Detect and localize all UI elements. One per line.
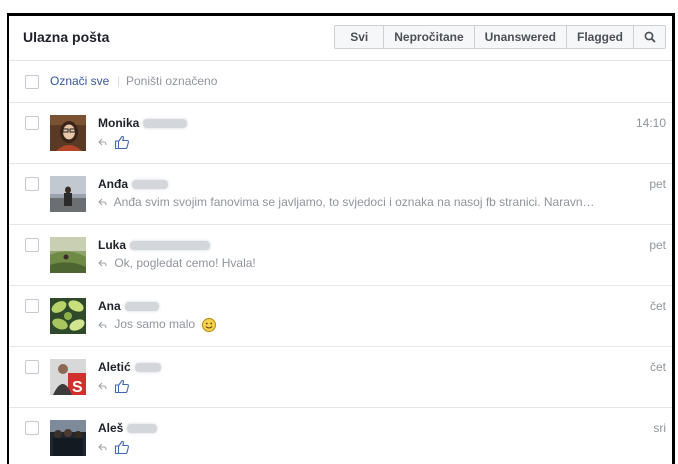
row-checkbox[interactable]: [25, 299, 39, 313]
avatar: [50, 176, 86, 212]
avatar: [50, 115, 86, 151]
reply-icon: [98, 138, 107, 145]
sender-name: Luka: [98, 238, 211, 252]
redacted-surname: [132, 180, 168, 190]
message-row[interactable]: Aleš sri: [9, 408, 672, 464]
message-snippet: Jos samo malo: [98, 317, 217, 333]
reply-icon: [98, 198, 107, 206]
reply-icon: [98, 321, 107, 328]
message-row[interactable]: Ana Jos samo malo čet: [9, 286, 672, 347]
page-title: Ulazna pošta: [23, 29, 110, 45]
avatar: [50, 298, 86, 334]
like-icon: [115, 440, 130, 455]
redacted-surname: [134, 363, 161, 373]
filter-button-group: Svi Nepročitane Unanswered Flagged: [334, 25, 666, 49]
message-time: pet: [649, 177, 666, 191]
sender-name: Anđa: [98, 177, 168, 191]
sender-name: Aleš: [98, 421, 158, 435]
row-checkbox[interactable]: [25, 177, 39, 191]
sender-name: Monika: [98, 116, 188, 130]
row-checkbox[interactable]: [25, 116, 39, 130]
redacted-surname: [130, 241, 211, 251]
row-checkbox[interactable]: [25, 360, 39, 374]
message-time: čet: [649, 360, 666, 374]
message-snippet: Anđa svim svojim fanovima se javljamo, t…: [98, 195, 595, 209]
search-button[interactable]: [633, 26, 665, 48]
avatar: S: [50, 359, 86, 395]
inbox-header: Ulazna pošta Svi Nepročitane Unanswered …: [9, 16, 672, 61]
redacted-surname: [143, 119, 188, 129]
select-all-checkbox[interactable]: [25, 75, 39, 89]
message-time: sri: [653, 421, 666, 435]
filter-flagged-button[interactable]: Flagged: [565, 26, 633, 48]
avatar: [50, 420, 86, 456]
selection-bar: Označi sve | Poništi označeno: [9, 61, 672, 103]
message-time: 14:10: [635, 116, 666, 130]
avatar: [50, 237, 86, 273]
message-snippet: [98, 378, 130, 394]
inbox-panel: Ulazna pošta Svi Nepročitane Unanswered …: [7, 13, 675, 464]
like-icon: [115, 379, 130, 394]
deselect-link[interactable]: Poništi označeno: [126, 74, 217, 88]
reply-icon: [98, 443, 107, 450]
message-snippet: [98, 439, 130, 455]
row-checkbox[interactable]: [25, 421, 39, 435]
redacted-surname: [127, 424, 158, 434]
message-snippet: Ok, pogledat cemo! Hvala!: [98, 256, 256, 270]
reply-icon: [98, 382, 107, 389]
message-row[interactable]: Luka Ok, pogledat cemo! Hvala! pet: [9, 225, 672, 286]
redacted-surname: [124, 302, 159, 312]
select-all-link[interactable]: Označi sve: [50, 74, 109, 88]
message-row[interactable]: Anđa Anđa svim svojim fanovima se javlja…: [9, 164, 672, 225]
sender-name: Ana: [98, 299, 159, 313]
filter-unread-button[interactable]: Nepročitane: [383, 26, 473, 48]
smiley-emoji-icon: [202, 318, 217, 332]
message-snippet: [98, 134, 130, 150]
filter-unanswered-button[interactable]: Unanswered: [473, 26, 566, 48]
svg-text:S: S: [72, 379, 83, 395]
like-icon: [115, 135, 130, 150]
sender-name: Aletić: [98, 360, 161, 374]
message-row[interactable]: S Aletić čet: [9, 347, 672, 408]
reply-icon: [98, 259, 107, 267]
search-icon: [644, 31, 656, 43]
message-time: čet: [649, 299, 666, 313]
row-checkbox[interactable]: [25, 238, 39, 252]
message-row[interactable]: Monika 14:10: [9, 103, 672, 164]
separator: |: [117, 74, 121, 88]
filter-all-button[interactable]: Svi: [335, 26, 383, 48]
message-time: pet: [649, 238, 666, 252]
